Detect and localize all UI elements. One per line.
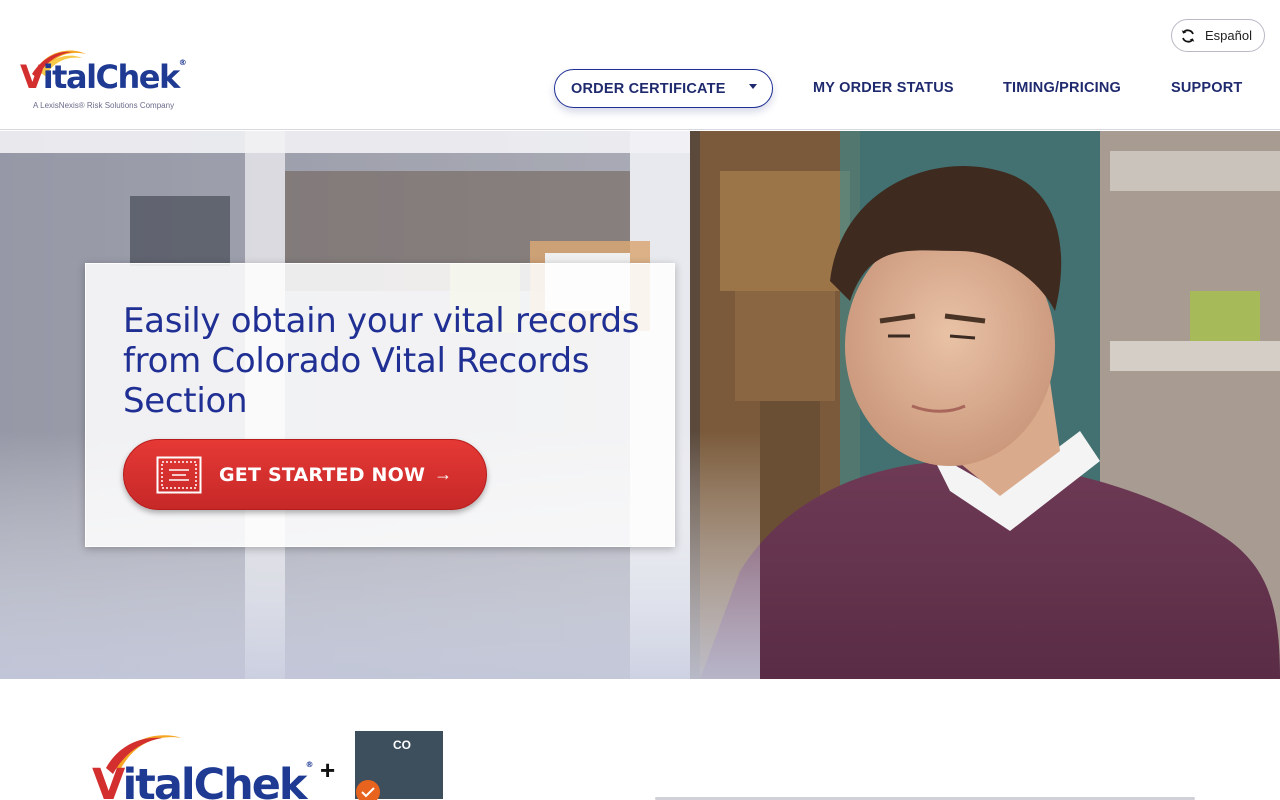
get-started-label: GET STARTED NOW bbox=[219, 463, 426, 486]
arrow-right-icon: → bbox=[434, 464, 453, 484]
chevron-down-icon bbox=[749, 84, 757, 89]
nav-timing-pricing[interactable]: TIMING/PRICING bbox=[1003, 80, 1121, 96]
plus-sign: + bbox=[320, 755, 336, 785]
refresh-icon bbox=[1179, 27, 1196, 44]
site-header: VitalChek® A LexisNexis® Risk Solutions … bbox=[0, 0, 1280, 130]
get-started-button[interactable]: GET STARTED NOW → bbox=[123, 439, 487, 510]
hero-card: Easily obtain your vital records from Co… bbox=[85, 263, 675, 547]
logo-wordmark-large: VitalChek® bbox=[92, 760, 314, 800]
vitalchek-logo-large: VitalChek® bbox=[86, 728, 326, 800]
nav-my-order-status[interactable]: MY ORDER STATUS bbox=[813, 80, 954, 96]
language-toggle-button[interactable]: Español bbox=[1171, 19, 1265, 52]
nav-support[interactable]: SUPPORT bbox=[1171, 80, 1243, 96]
hero-title: Easily obtain your vital records from Co… bbox=[123, 301, 640, 421]
order-certificate-dropdown[interactable]: ORDER CERTIFICATE bbox=[554, 69, 773, 108]
partners-section: VitalChek® + CO bbox=[0, 680, 1280, 800]
order-certificate-label: ORDER CERTIFICATE bbox=[571, 80, 726, 97]
hero-banner: Easily obtain your vital records from Co… bbox=[0, 131, 1280, 679]
main-nav: ORDER CERTIFICATE MY ORDER STATUS TIMING… bbox=[0, 69, 1280, 109]
language-label: Español bbox=[1205, 28, 1252, 43]
certificate-icon bbox=[156, 456, 202, 493]
state-abbreviation: CO bbox=[393, 738, 411, 752]
